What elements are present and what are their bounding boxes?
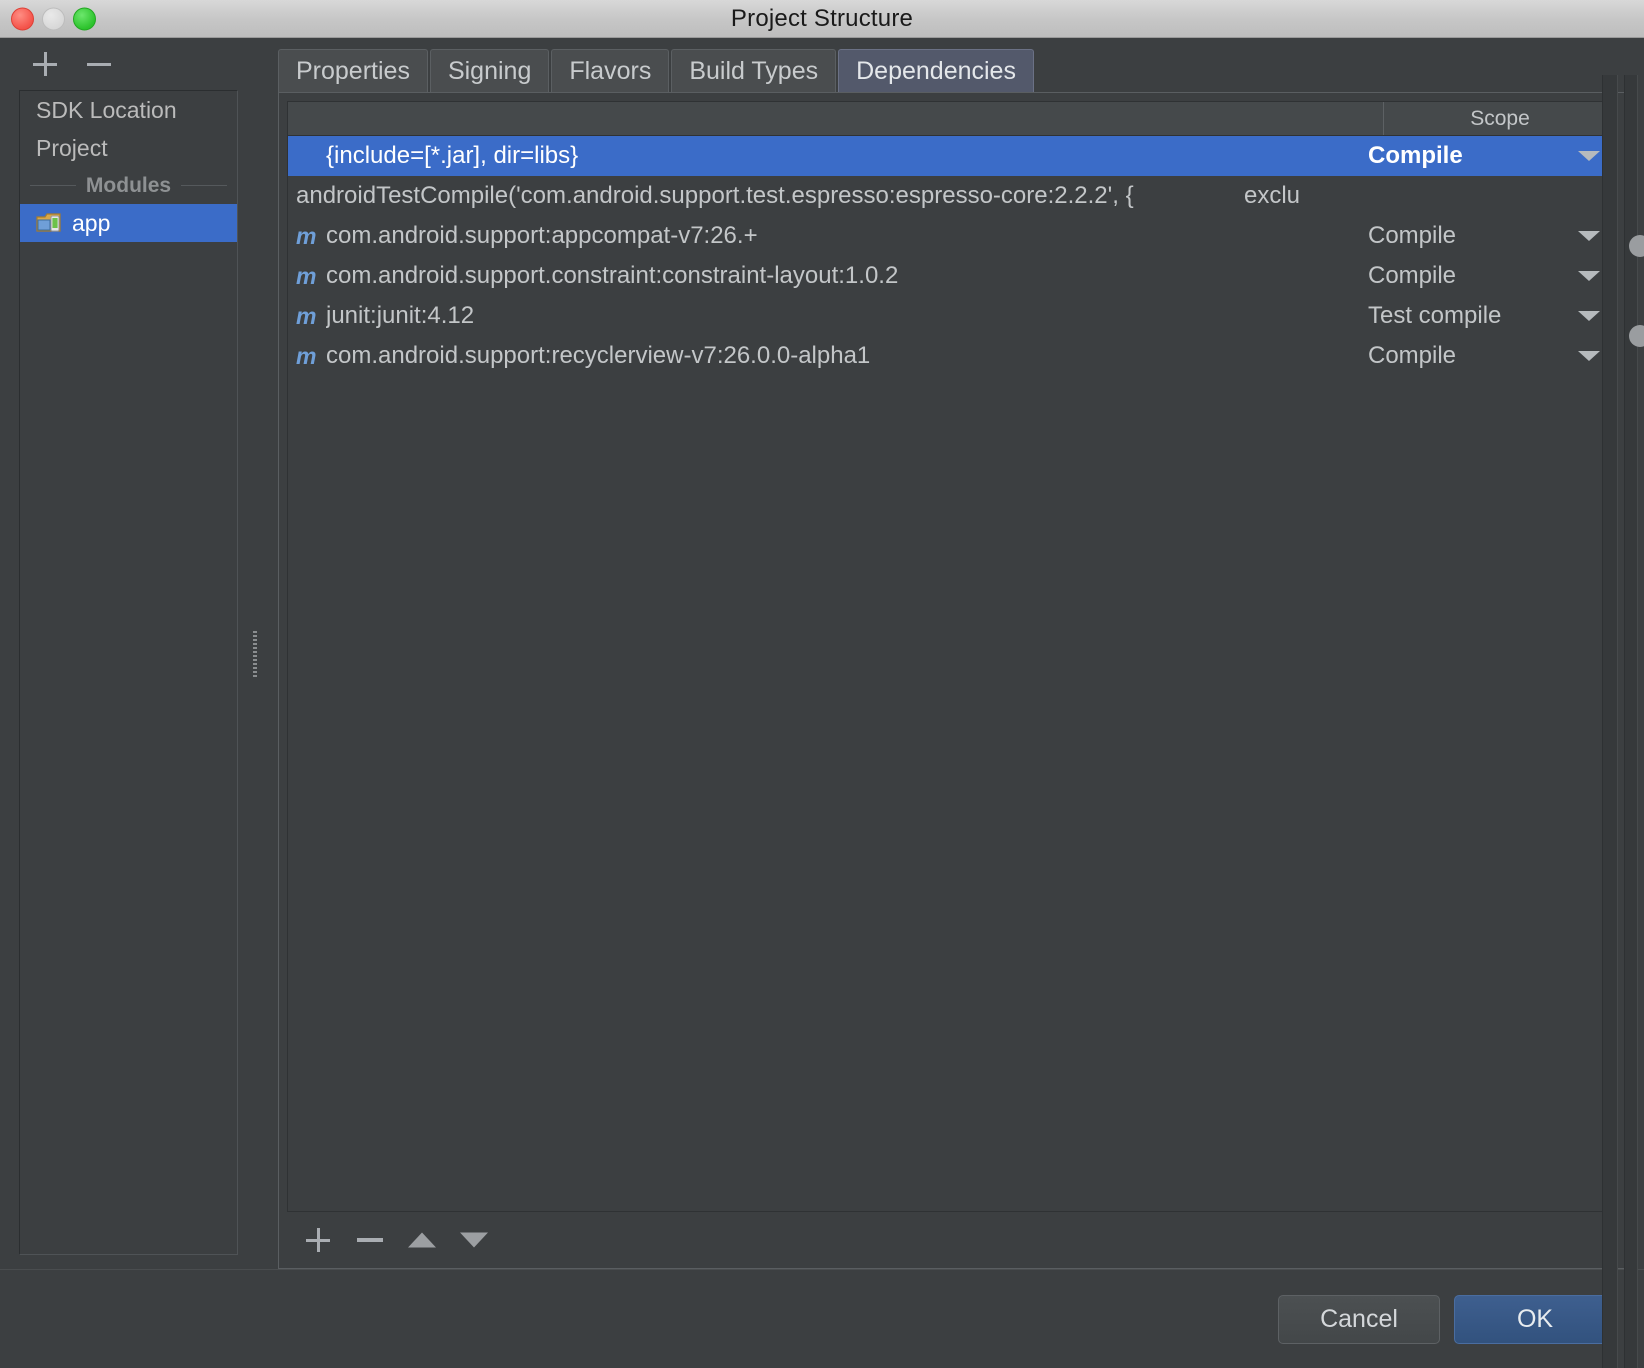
chevron-down-icon[interactable] bbox=[1578, 271, 1600, 281]
zoom-button[interactable] bbox=[73, 7, 96, 30]
cell-dependency-name: m com.android.support:appcompat-v7:26.+ bbox=[288, 222, 1240, 250]
group-rule-left bbox=[30, 185, 76, 186]
chevron-down-icon[interactable] bbox=[1578, 151, 1600, 161]
close-button[interactable] bbox=[11, 7, 34, 30]
android-module-icon bbox=[36, 212, 62, 234]
cell-dependency-name: androidTestCompile('com.android.support.… bbox=[288, 182, 1240, 210]
chevron-down-icon[interactable] bbox=[1578, 311, 1600, 321]
scope-value: Test compile bbox=[1368, 302, 1502, 329]
arrow-down-icon bbox=[460, 1232, 488, 1248]
library-icon: m bbox=[296, 302, 317, 329]
modules-group-header: Modules bbox=[20, 167, 237, 204]
project-structure-window: Project Structure SDK Location Project M… bbox=[0, 0, 1644, 1368]
panel-splitter[interactable] bbox=[248, 38, 262, 1269]
library-icon: m bbox=[296, 262, 317, 289]
cancel-button[interactable]: Cancel bbox=[1278, 1294, 1440, 1344]
table-body: {include=[*.jar], dir=libs} Compile andr… bbox=[288, 136, 1616, 1211]
dependency-name-text: com.android.support:recyclerview-v7:26.0… bbox=[326, 342, 871, 369]
tab-flavors[interactable]: Flavors bbox=[551, 49, 670, 92]
cell-scope[interactable]: Compile bbox=[1364, 342, 1616, 370]
scope-value: Compile bbox=[1368, 342, 1457, 369]
column-header-scope[interactable]: Scope bbox=[1384, 102, 1616, 135]
library-icon: m bbox=[296, 342, 317, 369]
ok-button[interactable]: OK bbox=[1454, 1294, 1616, 1344]
table-row[interactable]: m com.android.support.constraint:constra… bbox=[288, 256, 1616, 296]
arrow-up-icon bbox=[408, 1232, 436, 1248]
tab-properties[interactable]: Properties bbox=[278, 49, 428, 92]
modules-group-label: Modules bbox=[85, 173, 172, 197]
dependencies-panel: Scope {include=[*.jar], dir=libs} Compil… bbox=[278, 92, 1626, 1269]
cell-scope[interactable]: Compile bbox=[1364, 262, 1616, 290]
add-module-button[interactable] bbox=[28, 47, 62, 81]
dependencies-toolbar bbox=[279, 1212, 1625, 1268]
splitter-grip[interactable] bbox=[253, 630, 257, 677]
cell-extra-text: exclu bbox=[1244, 182, 1301, 209]
left-panel: SDK Location Project Modules app bbox=[0, 38, 248, 1269]
table-row[interactable]: m com.android.support:recyclerview-v7:26… bbox=[288, 336, 1616, 376]
tab-bar: Properties Signing Flavors Build Types D… bbox=[262, 38, 1626, 92]
dependencies-table: Scope {include=[*.jar], dir=libs} Compil… bbox=[287, 101, 1617, 1212]
remove-module-button[interactable] bbox=[82, 47, 116, 81]
window-body: SDK Location Project Modules app Propert… bbox=[0, 38, 1644, 1368]
cell-dependency-name: m junit:junit:4.12 bbox=[288, 302, 1240, 330]
cell-dependency-name: {include=[*.jar], dir=libs} bbox=[288, 142, 1240, 170]
tab-signing[interactable]: Signing bbox=[429, 49, 550, 92]
column-header-name[interactable] bbox=[288, 102, 1384, 135]
sidebar-item-app[interactable]: app bbox=[20, 204, 237, 242]
window-controls bbox=[11, 7, 96, 30]
sidebar-item-label: app bbox=[72, 209, 111, 236]
table-row[interactable]: androidTestCompile('com.android.support.… bbox=[288, 176, 1616, 216]
content-row: SDK Location Project Modules app Propert… bbox=[0, 38, 1644, 1269]
remove-dependency-button[interactable] bbox=[353, 1223, 387, 1257]
dependency-name-text: androidTestCompile('com.android.support.… bbox=[296, 182, 1134, 209]
cell-dependency-name: m com.android.support:recyclerview-v7:26… bbox=[288, 342, 1240, 370]
table-row[interactable]: {include=[*.jar], dir=libs} Compile bbox=[288, 136, 1616, 176]
table-row[interactable]: m com.android.support:appcompat-v7:26.+ … bbox=[288, 216, 1616, 256]
add-dependency-button[interactable] bbox=[301, 1223, 335, 1257]
sidebar-item-label: SDK Location bbox=[36, 96, 177, 123]
dialog-footer: Cancel OK bbox=[0, 1269, 1644, 1368]
dependency-name-text: com.android.support:appcompat-v7:26.+ bbox=[326, 222, 758, 249]
chevron-down-icon[interactable] bbox=[1578, 231, 1600, 241]
scope-value: Compile bbox=[1368, 142, 1463, 169]
library-icon: m bbox=[296, 222, 317, 249]
scope-value: Compile bbox=[1368, 262, 1457, 289]
dependency-name-text: {include=[*.jar], dir=libs} bbox=[326, 142, 579, 169]
title-bar: Project Structure bbox=[0, 0, 1644, 38]
move-down-button[interactable] bbox=[457, 1223, 491, 1257]
cell-scope[interactable]: Compile bbox=[1364, 222, 1616, 250]
modules-toolbar bbox=[0, 38, 248, 90]
sidebar-item-label: Project bbox=[36, 134, 108, 161]
scope-value: Compile bbox=[1368, 222, 1457, 249]
right-panel: Properties Signing Flavors Build Types D… bbox=[262, 38, 1644, 1269]
table-header-row: Scope bbox=[288, 102, 1616, 136]
sidebar-item-sdk-location[interactable]: SDK Location bbox=[20, 91, 237, 129]
minimize-button[interactable] bbox=[42, 7, 65, 30]
chevron-down-icon[interactable] bbox=[1578, 351, 1600, 361]
window-title: Project Structure bbox=[730, 4, 914, 32]
tab-build-types[interactable]: Build Types bbox=[671, 49, 837, 92]
cell-scope[interactable]: Compile bbox=[1364, 142, 1616, 170]
tab-dependencies[interactable]: Dependencies bbox=[838, 49, 1034, 92]
sidebar-item-project[interactable]: Project bbox=[20, 129, 237, 167]
move-up-button[interactable] bbox=[405, 1223, 439, 1257]
dependency-name-text: com.android.support.constraint:constrain… bbox=[326, 262, 899, 289]
cell-scope[interactable]: Test compile bbox=[1364, 302, 1616, 330]
table-row[interactable]: m junit:junit:4.12 Test compile bbox=[288, 296, 1616, 336]
modules-tree[interactable]: SDK Location Project Modules app bbox=[19, 90, 238, 1255]
cell-dependency-name: m com.android.support.constraint:constra… bbox=[288, 262, 1240, 290]
group-rule-right bbox=[181, 185, 228, 186]
dependency-name-text: junit:junit:4.12 bbox=[326, 302, 475, 329]
